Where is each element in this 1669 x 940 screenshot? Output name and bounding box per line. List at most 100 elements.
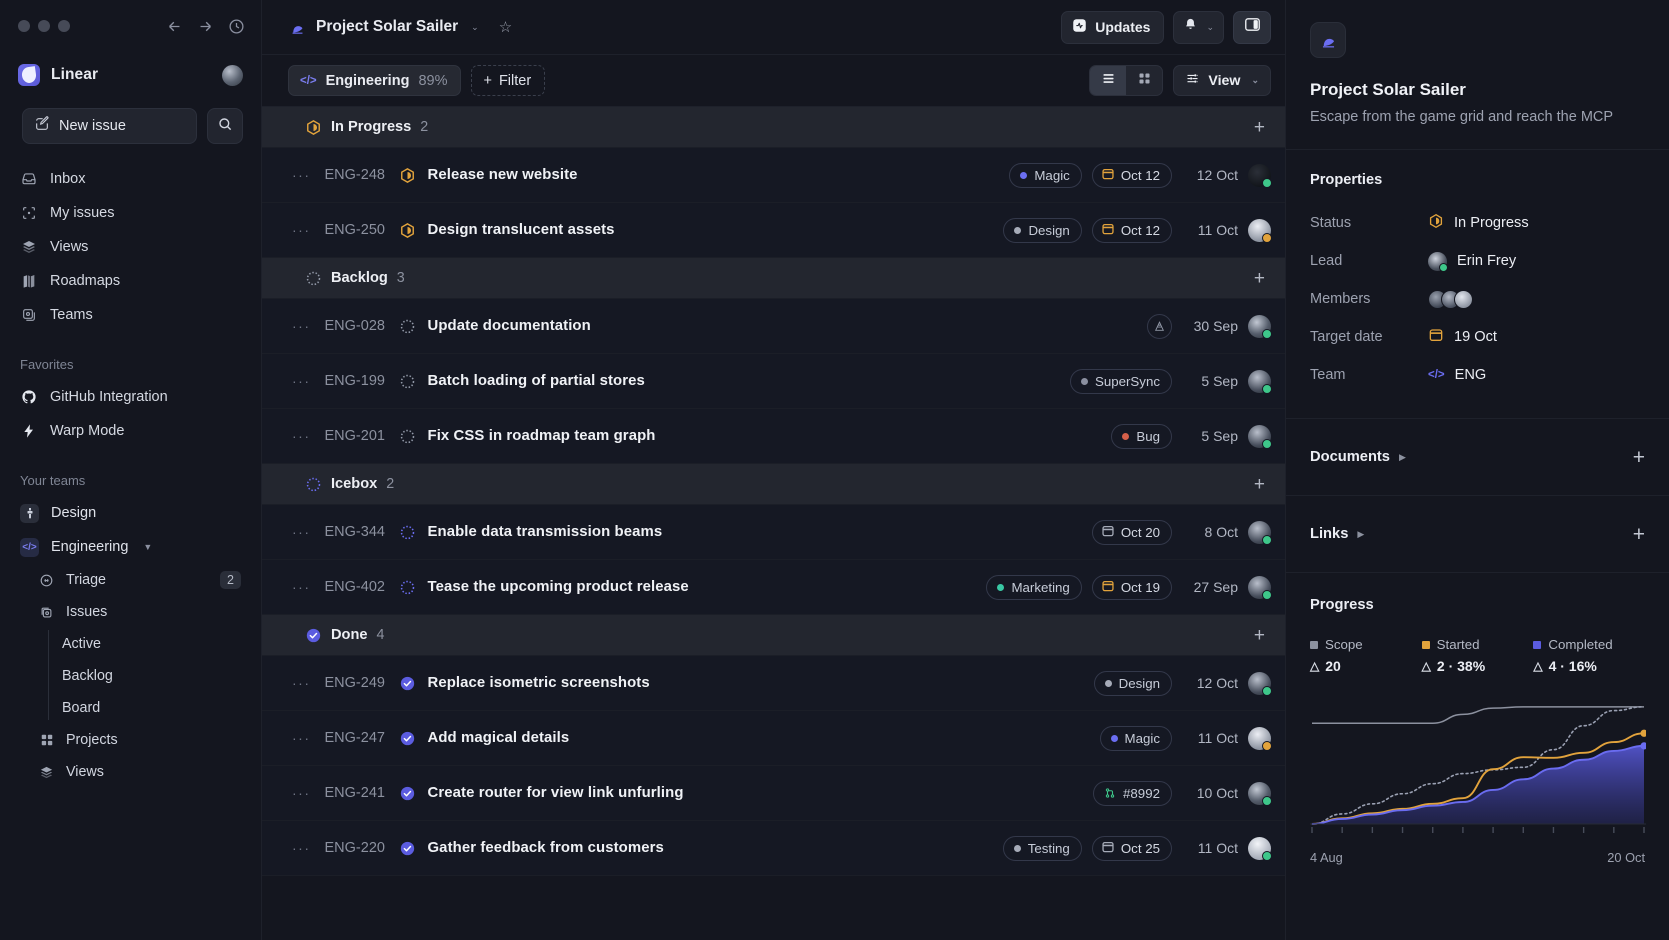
chevron-down-icon[interactable]: ▼ bbox=[143, 542, 152, 552]
issue-row[interactable]: ··· ENG-249 Replace isometric screenshots D… bbox=[262, 656, 1285, 711]
row-drag-handle-icon[interactable]: ··· bbox=[292, 373, 311, 389]
issue-row[interactable]: ··· ENG-241 Create router for view link un… bbox=[262, 766, 1285, 821]
row-drag-handle-icon[interactable]: ··· bbox=[292, 579, 311, 595]
back-arrow-icon[interactable] bbox=[166, 18, 183, 35]
add-link-button[interactable]: + bbox=[1633, 524, 1645, 545]
sidebar-item-issues[interactable]: Issues bbox=[10, 596, 251, 628]
view-options-button[interactable]: View ⌄ bbox=[1173, 65, 1271, 96]
sidebar-item-teams[interactable]: Teams bbox=[10, 298, 251, 332]
issue-row[interactable]: ··· ENG-402 Tease the upcoming product rel… bbox=[262, 560, 1285, 615]
icebox-icon[interactable] bbox=[399, 524, 417, 541]
in-progress-icon[interactable] bbox=[399, 222, 417, 239]
avatar[interactable] bbox=[1248, 575, 1272, 600]
row-drag-handle-icon[interactable]: ··· bbox=[292, 167, 311, 183]
issue-group-header[interactable]: Icebox 2 + bbox=[262, 464, 1285, 505]
issue-group-header[interactable]: Done 4 + bbox=[262, 615, 1285, 656]
new-issue-button[interactable]: New issue bbox=[22, 108, 197, 144]
due-date-tag[interactable]: Oct 12 bbox=[1091, 162, 1172, 188]
icebox-icon[interactable] bbox=[399, 579, 417, 596]
sidebar-item-warp-mode[interactable]: Warp Mode bbox=[10, 414, 251, 448]
add-filter-button[interactable]: + Filter bbox=[471, 65, 546, 96]
label-tag[interactable]: Bug bbox=[1111, 423, 1172, 449]
label-tag[interactable]: Magic bbox=[1099, 725, 1172, 751]
breadcrumb[interactable]: Project Solar Sailer ⌄ ☆ bbox=[288, 18, 512, 36]
backlog-icon[interactable] bbox=[399, 428, 417, 445]
add-issue-button[interactable]: + bbox=[1254, 269, 1271, 288]
due-date-tag[interactable]: Oct 12 bbox=[1091, 217, 1172, 243]
add-issue-button[interactable]: + bbox=[1254, 475, 1271, 494]
sidebar-item-team-design[interactable]: Design bbox=[10, 496, 251, 530]
add-issue-button[interactable]: + bbox=[1254, 118, 1271, 137]
avatar[interactable] bbox=[1248, 163, 1272, 188]
sidebar-item-team-engineering[interactable]: </> Engineering ▼ bbox=[10, 530, 251, 564]
sidebar-item-team-views[interactable]: Views bbox=[10, 756, 251, 788]
issue-row[interactable]: ··· ENG-199 Batch loading of partial store… bbox=[262, 354, 1285, 409]
pull-request-tag[interactable]: #8992 bbox=[1093, 780, 1172, 806]
row-drag-handle-icon[interactable]: ··· bbox=[292, 675, 311, 691]
avatar[interactable] bbox=[1248, 726, 1272, 751]
sidebar-item-backlog[interactable]: Backlog bbox=[48, 660, 251, 692]
updates-button[interactable]: Updates bbox=[1061, 10, 1165, 44]
issue-row[interactable]: ··· ENG-344 Enable data transmission beams… bbox=[262, 505, 1285, 560]
property-lead[interactable]: Lead Erin Frey bbox=[1310, 242, 1645, 280]
backlog-icon[interactable] bbox=[399, 373, 417, 390]
team-filter-chip[interactable]: </> Engineering 89% bbox=[288, 65, 462, 96]
done-icon[interactable] bbox=[399, 730, 417, 747]
row-drag-handle-icon[interactable]: ··· bbox=[292, 730, 311, 746]
issue-group-header[interactable]: In Progress 2 + bbox=[262, 107, 1285, 148]
avatar[interactable] bbox=[1248, 314, 1272, 339]
sidebar-item-inbox[interactable]: Inbox bbox=[10, 162, 251, 196]
row-drag-handle-icon[interactable]: ··· bbox=[292, 428, 311, 444]
forward-arrow-icon[interactable] bbox=[197, 18, 214, 35]
row-drag-handle-icon[interactable]: ··· bbox=[292, 785, 311, 801]
sidebar-item-active[interactable]: Active bbox=[48, 628, 251, 660]
star-icon[interactable]: ☆ bbox=[499, 18, 512, 36]
grid-view-button[interactable] bbox=[1126, 66, 1162, 95]
window-maximize-button[interactable] bbox=[58, 20, 70, 32]
row-drag-handle-icon[interactable]: ··· bbox=[292, 318, 311, 334]
row-drag-handle-icon[interactable]: ··· bbox=[292, 524, 311, 540]
add-document-button[interactable]: + bbox=[1633, 447, 1645, 468]
backlog-icon[interactable] bbox=[399, 318, 417, 335]
done-icon[interactable] bbox=[399, 840, 417, 857]
clock-icon[interactable] bbox=[228, 18, 245, 35]
sidebar-item-github-integration[interactable]: GitHub Integration bbox=[10, 380, 251, 414]
in-progress-icon[interactable] bbox=[399, 167, 417, 184]
label-tag[interactable]: SuperSync bbox=[1069, 368, 1172, 394]
done-icon[interactable] bbox=[399, 675, 417, 692]
sidebar-item-triage[interactable]: Triage 2 bbox=[10, 564, 251, 596]
avatar[interactable] bbox=[1248, 218, 1272, 243]
row-drag-handle-icon[interactable]: ··· bbox=[292, 840, 311, 856]
row-drag-handle-icon[interactable]: ··· bbox=[292, 222, 311, 238]
avatar[interactable] bbox=[1248, 671, 1272, 696]
property-team[interactable]: Team </> ENG bbox=[1310, 356, 1645, 394]
notifications-button[interactable]: ⌄ bbox=[1173, 10, 1224, 44]
avatar[interactable] bbox=[1248, 781, 1272, 806]
chevron-down-icon[interactable]: ⌄ bbox=[471, 22, 479, 33]
property-target-date[interactable]: Target date 19 Oct bbox=[1310, 318, 1645, 356]
search-button[interactable] bbox=[207, 108, 243, 144]
avatar[interactable] bbox=[1248, 424, 1272, 449]
links-section[interactable]: Links ▶ + bbox=[1286, 496, 1669, 573]
triangle-stack-icon[interactable] bbox=[1147, 313, 1172, 339]
property-members[interactable]: Members bbox=[1310, 280, 1645, 318]
issue-row[interactable]: ··· ENG-028 Update documentation 30 Sep bbox=[262, 299, 1285, 354]
triangle-right-icon[interactable]: ▶ bbox=[1399, 452, 1406, 463]
toggle-right-panel-button[interactable] bbox=[1233, 10, 1271, 44]
issue-row[interactable]: ··· ENG-248 Release new website Magic Oct 12… bbox=[262, 148, 1285, 203]
label-tag[interactable]: Magic bbox=[1009, 162, 1082, 188]
sidebar-item-board[interactable]: Board bbox=[48, 692, 251, 724]
issue-row[interactable]: ··· ENG-201 Fix CSS in roadmap team graph B… bbox=[262, 409, 1285, 464]
sidebar-item-roadmaps[interactable]: Roadmaps bbox=[10, 264, 251, 298]
window-close-button[interactable] bbox=[18, 20, 30, 32]
issue-group-header[interactable]: Backlog 3 + bbox=[262, 258, 1285, 299]
add-issue-button[interactable]: + bbox=[1254, 626, 1271, 645]
issue-row[interactable]: ··· ENG-220 Gather feedback from customers… bbox=[262, 821, 1285, 876]
sidebar-item-projects[interactable]: Projects bbox=[10, 724, 251, 756]
due-date-tag[interactable]: Oct 25 bbox=[1091, 835, 1172, 861]
sidebar-item-my-issues[interactable]: My issues bbox=[10, 196, 251, 230]
avatar[interactable] bbox=[222, 64, 243, 86]
label-tag[interactable]: Design bbox=[1093, 670, 1172, 696]
due-date-tag[interactable]: Oct 20 bbox=[1091, 519, 1172, 545]
sidebar-item-views[interactable]: Views bbox=[10, 230, 251, 264]
